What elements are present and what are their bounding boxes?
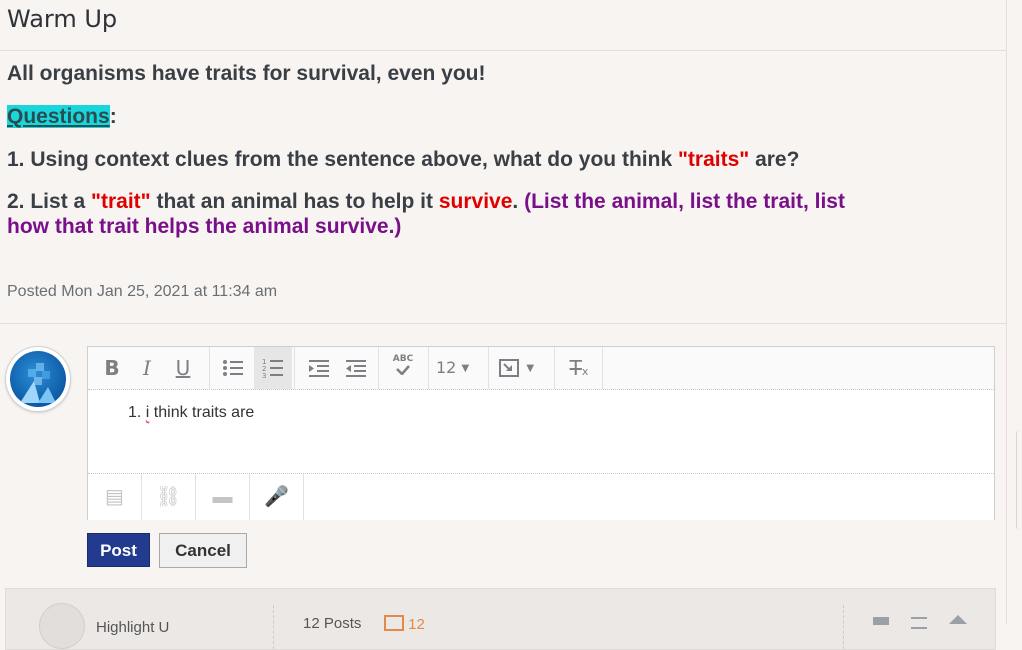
avatar[interactable] <box>39 603 85 649</box>
format-icon <box>499 359 519 377</box>
toolbar-group-format: ▼ <box>488 347 555 389</box>
question-1-text: 1. Using context clues from the sentence… <box>7 148 678 171</box>
link-icon: ⛓ <box>155 486 182 508</box>
svg-text:3: 3 <box>262 372 266 379</box>
clear-format-icon: T <box>569 356 582 380</box>
underline-button[interactable]: U <box>168 353 198 383</box>
attachment-bar: ▤ ⛓ ▬ 🎤 <box>88 473 994 520</box>
checkmark-icon <box>396 365 410 376</box>
link-button[interactable]: ⛓ <box>142 474 196 520</box>
question-2-text: 2. List a <box>7 190 92 213</box>
chevron-down-icon: ▼ <box>526 363 535 374</box>
attach-file-button[interactable]: ▤ <box>88 474 142 520</box>
editor-content[interactable]: 1. i think traits are 1 <box>88 390 994 510</box>
toolbar-group-lists: 1 2 3 <box>209 347 295 389</box>
question-2-instructions-cont: how that trait helps the animal survive.… <box>7 215 402 238</box>
toolbar-group-fontsize: 12 ▼ <box>428 347 489 389</box>
subscript-x-icon: x <box>581 365 589 378</box>
record-icon: 🎤 <box>264 486 289 508</box>
toolbar-group-style: B I U <box>88 347 210 389</box>
list-item: 1. i think traits are <box>128 404 254 422</box>
question-2: 2. List a "trait" that an animal has to … <box>7 190 845 214</box>
topic-header: Warm Up <box>0 0 1006 51</box>
questions-heading: Questions: <box>7 105 117 129</box>
list-number: 1. <box>128 404 142 421</box>
reply-editor[interactable]: B I U 1 2 3 ABC 12 ▼ ▼ Tx 1. i think tra… <box>87 346 995 520</box>
post-button[interactable]: Post <box>87 533 150 567</box>
question-2-period: . <box>512 190 525 213</box>
bulleted-list-button[interactable] <box>218 353 248 383</box>
menu-icon[interactable] <box>911 617 927 629</box>
spellcheck-button[interactable]: ABC <box>388 353 418 383</box>
italic-button[interactable]: I <box>132 353 162 383</box>
scrollbar[interactable] <box>1016 430 1022 530</box>
format-dropdown[interactable]: ▼ <box>498 353 548 383</box>
toolbar-group-indent <box>294 347 379 389</box>
question-1: 1. Using context clues from the sentence… <box>7 148 799 172</box>
embed-button[interactable]: ▬ <box>196 474 250 520</box>
questions-label: Questions <box>7 105 110 128</box>
outdent-icon <box>346 360 366 377</box>
cancel-button[interactable]: Cancel <box>159 533 247 568</box>
chevron-down-icon: ▼ <box>461 363 470 374</box>
topic-title: Warm Up <box>7 5 118 33</box>
indent-button[interactable] <box>304 353 334 383</box>
numbered-list-button[interactable]: 1 2 3 <box>254 347 292 389</box>
question-1-end: are? <box>749 148 800 171</box>
font-size-select[interactable]: 12 ▼ <box>436 353 482 383</box>
next-post-header: Highlight U 12 Posts 12 <box>5 588 996 650</box>
questions-colon: : <box>109 105 117 128</box>
spellcheck-label: ABC <box>392 354 414 364</box>
author-name[interactable]: Highlight U <box>96 619 169 636</box>
collapse-icon[interactable] <box>949 615 967 624</box>
question-2-mid: that an animal has to help it <box>150 190 439 213</box>
avatar-image <box>10 351 66 407</box>
chat-icon <box>384 615 404 631</box>
question-1-keyword: "traits" <box>677 148 750 171</box>
avatar[interactable] <box>6 347 70 411</box>
embed-icon: ▬ <box>212 486 233 508</box>
list-item-text: think traits are <box>149 404 255 421</box>
record-button[interactable]: 🎤 <box>250 474 304 520</box>
divider <box>843 605 844 649</box>
divider <box>0 323 1006 324</box>
question-2-keyword: "trait" <box>91 190 151 213</box>
unread-count[interactable]: 12 <box>384 615 425 633</box>
question-2-survive: survive <box>438 190 513 213</box>
numbered-list-icon: 1 2 3 <box>262 358 283 380</box>
bold-button[interactable]: B <box>97 353 127 383</box>
toolbar-group-clear: Tx <box>554 347 603 389</box>
unread-count-value: 12 <box>408 616 425 633</box>
indent-icon <box>309 360 329 377</box>
post-line-intro: All organisms have traits for survival, … <box>7 62 486 85</box>
divider <box>273 605 274 649</box>
editor-toolbar: B I U 1 2 3 ABC 12 ▼ ▼ Tx <box>88 347 994 390</box>
discussion-panel: Warm Up All organisms have traits for su… <box>0 0 1007 650</box>
posted-timestamp: Posted Mon Jan 25, 2021 at 11:34 am <box>7 283 278 300</box>
bulleted-list-icon <box>223 360 243 376</box>
toolbar-group-spellcheck: ABC <box>378 347 429 389</box>
question-2-instructions: (List the animal, list the trait, list <box>524 190 845 213</box>
clear-format-button[interactable]: Tx <box>564 353 594 383</box>
outdent-button[interactable] <box>341 353 371 383</box>
attach-file-icon: ▤ <box>105 486 124 508</box>
font-size-value: 12 <box>436 358 457 377</box>
